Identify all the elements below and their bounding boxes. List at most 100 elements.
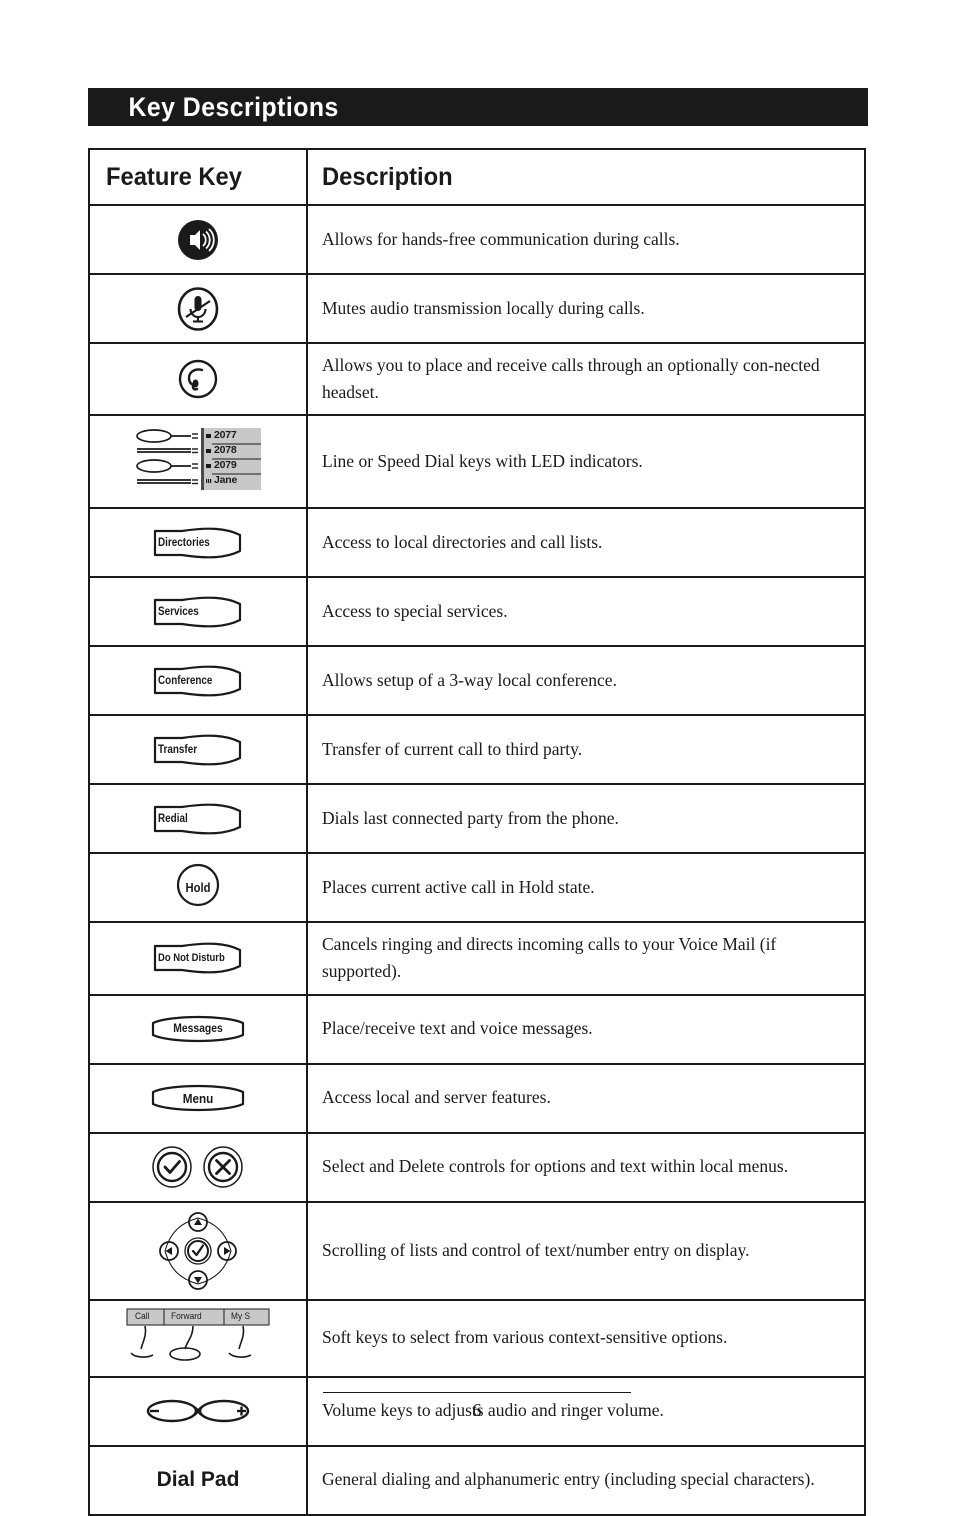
- nav-right-icon: [217, 1240, 237, 1261]
- desc-cell: Mutes audio transmission locally during …: [308, 275, 864, 342]
- key-cell-menu: Menu: [90, 1064, 308, 1132]
- select-icon: [152, 1146, 192, 1188]
- key-cell-navigation-pad: [90, 1202, 308, 1299]
- soft-key-label-2: Forward: [171, 1310, 202, 1322]
- key-cell-hold: Hold: [90, 854, 308, 922]
- table-row: Services Access to special services.: [90, 576, 864, 646]
- key-cell-messages: Messages: [90, 995, 308, 1063]
- header-cell-description: Description: [308, 150, 864, 204]
- hold-key-icon[interactable]: Hold: [175, 862, 221, 913]
- key-cell-transfer: Transfer: [90, 716, 308, 784]
- headset-icon: [176, 357, 220, 401]
- desc-text: Transfer of current call to third party.: [322, 739, 583, 760]
- do-not-disturb-key-label: Do Not Disturb: [158, 952, 225, 965]
- header-cell-feature-key: Feature Key: [90, 150, 308, 204]
- key-cell-headset: [90, 344, 308, 415]
- messages-key-label: Messages: [173, 1023, 223, 1035]
- table-row: Do Not Disturb Cancels ringing and direc…: [90, 921, 864, 994]
- table-row: Dial Pad General dialing and alphanumeri…: [90, 1444, 864, 1514]
- table-row: Redial Dials last connected party from t…: [90, 783, 864, 853]
- table-row: Menu Access local and server features.: [90, 1062, 864, 1132]
- desc-cell: Allows for hands-free communication duri…: [308, 206, 864, 273]
- desc-cell: Places current active call in Hold state…: [308, 854, 864, 921]
- desc-text: Place/receive text and voice messages.: [322, 1018, 593, 1039]
- directories-key-icon[interactable]: Directories: [152, 526, 244, 560]
- transfer-key-label: Transfer: [158, 743, 198, 756]
- page-banner: Key Descriptions: [88, 88, 868, 126]
- desc-text: Allows you to place and receive calls th…: [322, 355, 820, 403]
- soft-keys-icon: Call Forward My S: [123, 1307, 273, 1370]
- desc-cell: Access to local directories and call lis…: [308, 509, 864, 576]
- table-row: Call Forward My S Soft keys to select fr…: [90, 1298, 864, 1376]
- line-key-label-1: 2077: [214, 429, 237, 442]
- desc-cell: Place/receive text and voice messages.: [308, 996, 864, 1063]
- desc-cell: Allows you to place and receive calls th…: [308, 344, 864, 414]
- mute-icon: [175, 285, 221, 333]
- table-row: Conference Allows setup of a 3-way local…: [90, 645, 864, 715]
- nav-up-icon: [188, 1211, 208, 1232]
- do-not-disturb-key-icon[interactable]: Do Not Disturb: [152, 941, 244, 975]
- desc-cell: Dials last connected party from the phon…: [308, 785, 864, 852]
- table-row: Allows for hands-free communication duri…: [90, 204, 864, 273]
- desc-cell: Cancels ringing and directs incoming cal…: [308, 923, 864, 993]
- desc-cell: General dialing and alphanumeric entry (…: [308, 1447, 864, 1514]
- desc-text: Dials last connected party from the phon…: [322, 808, 619, 829]
- messages-key-icon[interactable]: Messages: [150, 1012, 246, 1046]
- table-row: Messages Place/receive text and voice me…: [90, 993, 864, 1063]
- desc-cell: Line or Speed Dial keys with LED indicat…: [308, 416, 864, 507]
- desc-text: Scrolling of lists and control of text/n…: [322, 1239, 750, 1260]
- table-row: 2077 2078 2079 Jane Line or Speed Dial k…: [90, 414, 864, 508]
- desc-cell: Soft keys to select from various context…: [308, 1301, 864, 1376]
- menu-key-label: Menu: [182, 1090, 214, 1106]
- desc-cell: Access to special services.: [308, 578, 864, 645]
- footer-divider: [323, 1392, 631, 1393]
- desc-text: Mutes audio transmission locally during …: [322, 297, 645, 318]
- key-cell-mute: [90, 275, 308, 342]
- page-number: 6: [472, 1400, 482, 1420]
- table-row: Hold Places current active call in Hold …: [90, 852, 864, 922]
- conference-key-icon[interactable]: Conference: [152, 664, 244, 698]
- table-header-row: Feature Key Description: [90, 150, 864, 204]
- desc-text: Access local and server features.: [322, 1087, 551, 1108]
- table-row: Select and Delete controls for options a…: [90, 1131, 864, 1201]
- key-cell-line-keys: 2077 2078 2079 Jane: [90, 416, 308, 508]
- dial-pad-label: Dial Pad: [156, 1468, 240, 1491]
- table-row: Allows you to place and receive calls th…: [90, 342, 864, 415]
- conference-key-label: Conference: [158, 674, 213, 687]
- desc-text: Allows setup of a 3-way local conference…: [322, 670, 617, 691]
- key-cell-dial-pad: Dial Pad: [90, 1446, 308, 1514]
- desc-cell: Transfer of current call to third party.: [308, 716, 864, 783]
- line-key-label-4: Jane: [214, 474, 238, 487]
- key-cell-directories: Directories: [90, 509, 308, 577]
- key-cell-services: Services: [90, 578, 308, 646]
- line-key-label-2: 2078: [214, 444, 237, 457]
- delete-icon: [203, 1146, 243, 1188]
- table-row: Scrolling of lists and control of text/n…: [90, 1200, 864, 1299]
- services-key-label: Services: [158, 605, 199, 618]
- header-label-description: Description: [322, 162, 453, 191]
- transfer-key-icon[interactable]: Transfer: [152, 733, 244, 767]
- services-key-icon[interactable]: Services: [152, 595, 244, 629]
- table-row: Transfer Transfer of current call to thi…: [90, 714, 864, 784]
- key-descriptions-table: Feature Key Description Allows for hands…: [88, 148, 866, 1516]
- table-row: Directories Access to local directories …: [90, 507, 864, 577]
- desc-text: Access to local directories and call lis…: [322, 532, 603, 553]
- redial-key-icon[interactable]: Redial: [152, 802, 244, 836]
- menu-key-icon[interactable]: Menu: [150, 1081, 246, 1115]
- key-cell-redial: Redial: [90, 785, 308, 853]
- select-delete-icons: [144, 1144, 252, 1190]
- soft-key-label-1: Call: [135, 1310, 150, 1322]
- speaker-icon: [175, 217, 221, 263]
- table-row: Mutes audio transmission locally during …: [90, 273, 864, 342]
- nav-left-icon: [159, 1240, 179, 1261]
- desc-text: Allows for hands-free communication duri…: [322, 228, 680, 249]
- key-cell-do-not-disturb: Do Not Disturb: [90, 923, 308, 994]
- key-cell-speaker: [90, 206, 308, 273]
- key-cell-soft-keys: Call Forward My S: [90, 1300, 308, 1376]
- desc-text: Soft keys to select from various context…: [322, 1327, 728, 1348]
- desc-text: Places current active call in Hold state…: [322, 877, 595, 898]
- desc-text: Select and Delete controls for options a…: [322, 1156, 789, 1177]
- header-label-feature-key: Feature Key: [106, 162, 242, 191]
- key-cell-select-delete: [90, 1133, 308, 1201]
- key-cell-conference: Conference: [90, 647, 308, 715]
